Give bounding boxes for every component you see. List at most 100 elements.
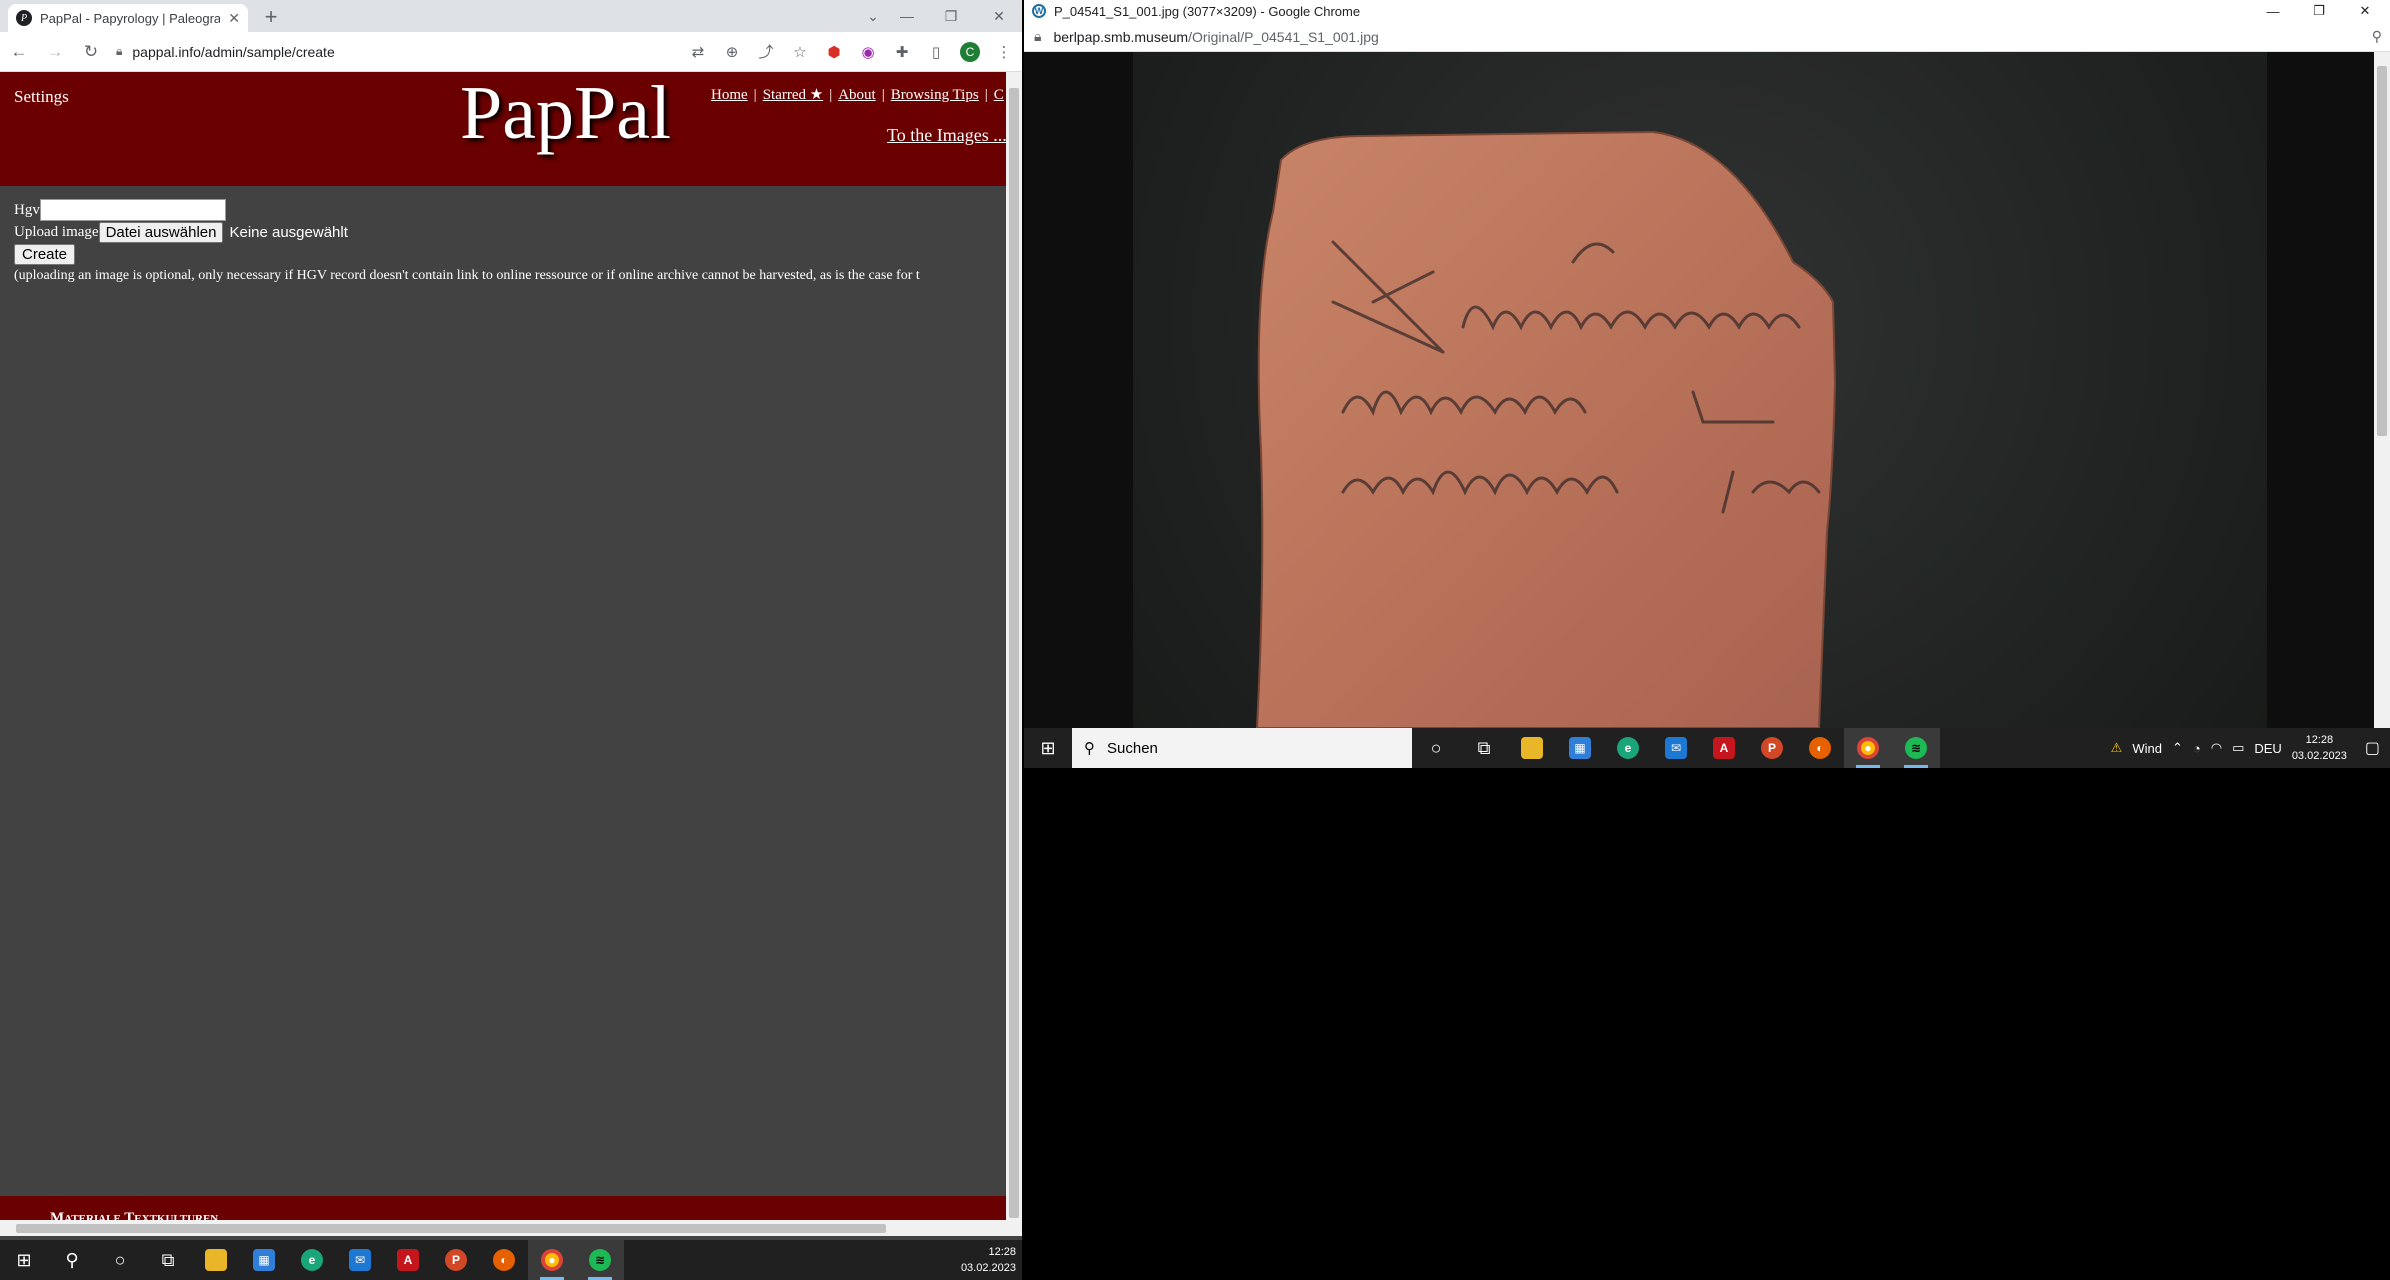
zoom-icon[interactable]: ⊕	[722, 43, 742, 61]
minimize-button[interactable]: —	[884, 0, 930, 32]
powerpoint-icon[interactable]: P	[432, 1240, 480, 1280]
reload-icon[interactable]: ↻	[80, 42, 102, 62]
right-time: 12:28	[2305, 734, 2334, 746]
right-browser-window: W P_04541_S1_001.jpg (3077×3209) - Googl…	[1024, 0, 2390, 768]
left-date: 03.02.2023	[960, 1262, 1016, 1274]
windows-start-icon[interactable]: ⊞	[0, 1240, 48, 1280]
left-browser-window: P PapPal - Papyrology | Paleograph ✕ + ⌄…	[0, 0, 1022, 1280]
spotify-icon[interactable]: ≋	[576, 1240, 624, 1280]
share-icon[interactable]: ⤴	[756, 41, 776, 62]
close-tab-icon[interactable]: ✕	[228, 10, 240, 27]
cortana-icon[interactable]: ○	[96, 1240, 144, 1280]
acrobat-icon[interactable]: A	[384, 1240, 432, 1280]
address-text: pappal.info/admin/sample/create	[132, 43, 335, 60]
cortana-icon[interactable]: ○	[1412, 728, 1460, 768]
zoom-magnifier-icon[interactable]: ⚲	[2372, 28, 2382, 45]
firefox-icon[interactable]: ◐	[480, 1240, 528, 1280]
file-explorer-icon[interactable]	[192, 1240, 240, 1280]
extension-ub-icon[interactable]: ◉	[858, 43, 878, 61]
tab-pappal[interactable]: P PapPal - Papyrology | Paleograph ✕	[8, 4, 248, 32]
right-taskbar: ⊞ ⚲ Suchen ○ ⧉ ▦ e ✉ A P ◐ ● ≋ ⚠ Wind ⌃ …	[1024, 728, 2390, 768]
extension-shield-icon[interactable]: ⬢	[824, 43, 844, 61]
nav-home[interactable]: Home	[711, 87, 748, 103]
extensions-puzzle-icon[interactable]: ✚	[892, 43, 912, 61]
pappal-favicon-icon: P	[16, 10, 32, 26]
wifi-icon[interactable]: ◠	[2211, 740, 2222, 756]
chrome-icon[interactable]: ●	[1844, 728, 1892, 768]
pappal-logo[interactable]: PapPal	[460, 72, 671, 157]
battery-icon[interactable]: ▭	[2232, 740, 2244, 756]
system-tray: ⚠ Wind ⌃ ◔ ◠ ▭ DEU 12:28 03.02.2023 ▢	[2111, 732, 2390, 764]
wordpress-favicon-icon: W	[1032, 4, 1046, 18]
left-clock[interactable]: 12:28 03.02.2023	[961, 1244, 1022, 1276]
windows-start-icon[interactable]: ⊞	[1024, 728, 1072, 768]
task-view-icon[interactable]: ⧉	[144, 1240, 192, 1280]
profile-avatar[interactable]: C	[960, 41, 980, 62]
back-arrow-icon[interactable]: ←	[8, 42, 30, 62]
acrobat-icon[interactable]: A	[1700, 728, 1748, 768]
top-nav: Home | Starred ★ | About | Browsing Tips | C	[711, 87, 1004, 103]
nav-starred[interactable]: Starred ★	[763, 87, 824, 103]
chrome-icon[interactable]: ●	[528, 1240, 576, 1280]
nav-about[interactable]: About	[838, 87, 876, 103]
bookmark-star-icon[interactable]: ☆	[790, 43, 810, 61]
menu-kebab-icon[interactable]: ⋮	[994, 43, 1014, 61]
left-time: 12:28	[988, 1246, 1016, 1258]
settings-link[interactable]: Settings	[14, 87, 69, 107]
upload-note: (uploading an image is optional, only ne…	[14, 268, 920, 283]
ostracon-image	[1255, 130, 1837, 728]
search-icon[interactable]: ⚲	[48, 1240, 96, 1280]
url-host: berlpap.smb.museum	[1053, 28, 1189, 45]
tab-title: PapPal - Papyrology | Paleograph	[40, 10, 221, 26]
search-icon: ⚲	[1084, 740, 1095, 757]
vertical-scroll-thumb[interactable]	[1009, 88, 1019, 1218]
file-explorer-icon[interactable]	[1508, 728, 1556, 768]
hgv-input[interactable]	[39, 199, 226, 221]
right-vertical-scroll-thumb[interactable]	[2377, 66, 2387, 436]
restore-button[interactable]: ❐	[928, 0, 974, 32]
translate-icon[interactable]: ⇄	[688, 43, 708, 61]
to-the-images-link[interactable]: To the Images ...	[887, 125, 1006, 146]
left-tab-strip: P PapPal - Papyrology | Paleograph ✕ + ⌄…	[0, 0, 1022, 32]
task-view-icon[interactable]: ⧉	[1460, 728, 1508, 768]
upload-image-label: Upload image	[14, 223, 99, 240]
papyrus-image[interactable]	[1133, 52, 2267, 728]
forward-arrow-icon[interactable]: →	[44, 42, 66, 62]
horizontal-scroll-thumb[interactable]	[16, 1224, 886, 1233]
create-sample-form: Hgv Upload image Datei auswählen Keine a…	[14, 199, 1014, 287]
store-icon[interactable]: ▦	[1556, 728, 1604, 768]
language-indicator[interactable]: DEU	[2254, 741, 2281, 756]
right-address-bar[interactable]: 🔒︎ berlpap.smb.museum/Original/P_04541_S…	[1024, 22, 2390, 52]
side-panel-icon[interactable]: ▯	[926, 43, 946, 61]
network-icon[interactable]: ◔	[2193, 741, 2201, 756]
edge-icon[interactable]: e	[288, 1240, 336, 1280]
right-title-bar: W P_04541_S1_001.jpg (3077×3209) - Googl…	[1024, 0, 2390, 22]
left-taskbar: ⊞ ⚲ ○ ⧉ ▦ e ✉ A P ◐ ● ≋ 12:28 03.02.2023	[0, 1240, 1022, 1280]
store-icon[interactable]: ▦	[240, 1240, 288, 1280]
nav-more[interactable]: C	[994, 87, 1004, 103]
address-bar[interactable]: 🔒︎ pappal.info/admin/sample/create	[116, 37, 674, 67]
right-clock[interactable]: 12:28 03.02.2023	[2292, 732, 2347, 764]
mail-icon[interactable]: ✉	[1652, 728, 1700, 768]
url-path: /Original/P_04541_S1_001.jpg	[1188, 28, 1379, 45]
edge-icon[interactable]: e	[1604, 728, 1652, 768]
nav-browsing-tips[interactable]: Browsing Tips	[891, 87, 979, 103]
close-window-button[interactable]: ✕	[976, 0, 1022, 32]
mail-icon[interactable]: ✉	[336, 1240, 384, 1280]
tray-chevron-icon[interactable]: ⌃	[2172, 740, 2183, 756]
spotify-icon[interactable]: ≋	[1892, 728, 1940, 768]
right-close-button[interactable]: ✕	[2342, 0, 2388, 22]
new-tab-button[interactable]: +	[258, 5, 284, 29]
firefox-icon[interactable]: ◐	[1796, 728, 1844, 768]
right-restore-button[interactable]: ❐	[2296, 0, 2342, 22]
right-window-title: P_04541_S1_001.jpg (3077×3209) - Google …	[1054, 3, 1361, 19]
create-button[interactable]: Create	[14, 243, 76, 265]
weather-text[interactable]: Wind	[2132, 741, 2162, 756]
warning-icon[interactable]: ⚠	[2111, 740, 2123, 756]
choose-file-button[interactable]: Datei auswählen	[98, 221, 224, 243]
right-minimize-button[interactable]: —	[2250, 0, 2296, 22]
taskbar-search-label: Suchen	[1107, 739, 1158, 757]
powerpoint-icon[interactable]: P	[1748, 728, 1796, 768]
notification-icon[interactable]: ▢	[2365, 738, 2380, 758]
taskbar-search-box[interactable]: ⚲ Suchen	[1072, 728, 1412, 768]
